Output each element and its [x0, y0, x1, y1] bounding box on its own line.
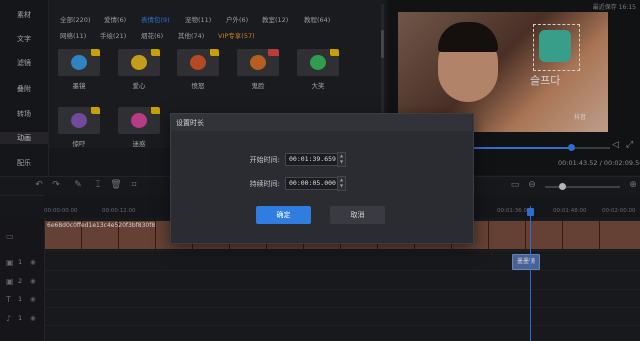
start-time-label: 开始时间:	[249, 156, 280, 164]
duration-spinner[interactable]: ▲ ▼	[337, 176, 346, 191]
cancel-button[interactable]: 取消	[330, 206, 385, 224]
duration-label: 持续时间:	[249, 180, 280, 188]
start-time-spinner[interactable]: ▲ ▼	[337, 152, 346, 167]
confirm-button[interactable]: 确定	[256, 206, 311, 224]
dialog-header	[171, 114, 472, 131]
dialog-title: 设置时长	[176, 119, 204, 127]
